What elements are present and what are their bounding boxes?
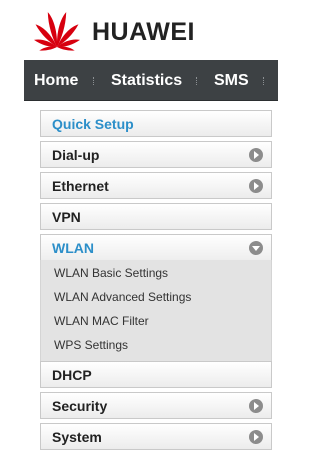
- nav-home[interactable]: Home: [34, 60, 78, 101]
- nav-sms[interactable]: SMS: [214, 60, 249, 101]
- sidebar-item-dial-up[interactable]: Dial-up: [40, 141, 272, 168]
- sidebar-item-wlan[interactable]: WLAN: [40, 234, 272, 261]
- submenu-item-wlan-advanced-settings[interactable]: WLAN Advanced Settings: [54, 290, 191, 304]
- chevron-down-icon: [249, 241, 263, 255]
- sidebar-item-security[interactable]: Security: [40, 392, 272, 419]
- nav-separator: [263, 77, 264, 85]
- submenu-item-wlan-basic-settings[interactable]: WLAN Basic Settings: [54, 266, 168, 280]
- submenu-item-wps-settings[interactable]: WPS Settings: [54, 338, 128, 352]
- sidebar-item-label: Quick Setup: [52, 116, 134, 132]
- sidebar-item-label: VPN: [52, 209, 81, 225]
- huawei-logo-icon: [33, 12, 81, 51]
- sidebar-item-vpn[interactable]: VPN: [40, 203, 272, 230]
- sidebar-item-ethernet[interactable]: Ethernet: [40, 172, 272, 199]
- sidebar-item-quick-setup[interactable]: Quick Setup: [40, 110, 272, 137]
- sidebar-item-dhcp[interactable]: DHCP: [40, 361, 272, 388]
- chevron-right-icon: [249, 179, 263, 193]
- chevron-right-icon: [249, 430, 263, 444]
- sidebar-item-label: Security: [52, 398, 108, 414]
- wlan-submenu: WLAN Basic Settings WLAN Advanced Settin…: [40, 260, 272, 370]
- sidebar-item-system[interactable]: System: [40, 423, 272, 450]
- nav-separator: [196, 77, 197, 85]
- sidebar-item-label: DHCP: [52, 367, 92, 383]
- chevron-right-icon: [249, 399, 263, 413]
- submenu-item-wlan-mac-filter[interactable]: WLAN MAC Filter: [54, 314, 149, 328]
- sidebar-item-label: Ethernet: [52, 178, 109, 194]
- top-navigation: Home Statistics SMS: [24, 60, 278, 101]
- nav-statistics[interactable]: Statistics: [111, 60, 182, 101]
- chevron-right-icon: [249, 148, 263, 162]
- header-brand: HUAWEI: [0, 0, 278, 60]
- sidebar-item-label: System: [52, 429, 102, 445]
- sidebar-item-label: Dial-up: [52, 147, 100, 163]
- brand-name: HUAWEI: [92, 18, 195, 46]
- sidebar-item-label: WLAN: [52, 240, 94, 256]
- nav-separator: [93, 77, 94, 85]
